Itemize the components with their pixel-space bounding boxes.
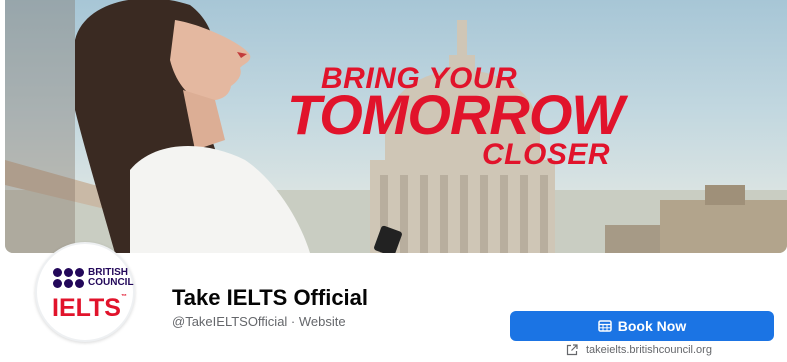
calendar-icon xyxy=(598,320,612,332)
website-url[interactable]: takeielts.britishcouncil.org xyxy=(586,344,712,356)
profile-avatar[interactable]: BRITISH COUNCIL IELTS™ xyxy=(35,242,135,342)
cover-photo[interactable]: BRING YOUR TOMORROW CLOSER xyxy=(5,0,787,253)
book-now-button[interactable]: Book Now xyxy=(510,311,774,341)
page-subtitle: @TakeIELTSOfficial · Website xyxy=(172,314,346,329)
logo-top-line2: COUNCIL xyxy=(88,277,134,288)
headline-line3: CLOSER xyxy=(482,138,611,171)
website-link[interactable]: takeielts.britishcouncil.org xyxy=(566,344,712,356)
page-title: Take IELTS Official xyxy=(172,285,369,310)
ielts-logo: IELTS™ xyxy=(52,294,127,323)
external-link-icon xyxy=(566,344,578,356)
logo-tm: ™ xyxy=(120,294,127,300)
british-council-logo: BRITISH COUNCIL xyxy=(53,268,134,288)
logo-main-text: IELTS xyxy=(52,294,121,322)
logo-dots-icon xyxy=(53,268,84,288)
book-now-label: Book Now xyxy=(617,318,687,334)
